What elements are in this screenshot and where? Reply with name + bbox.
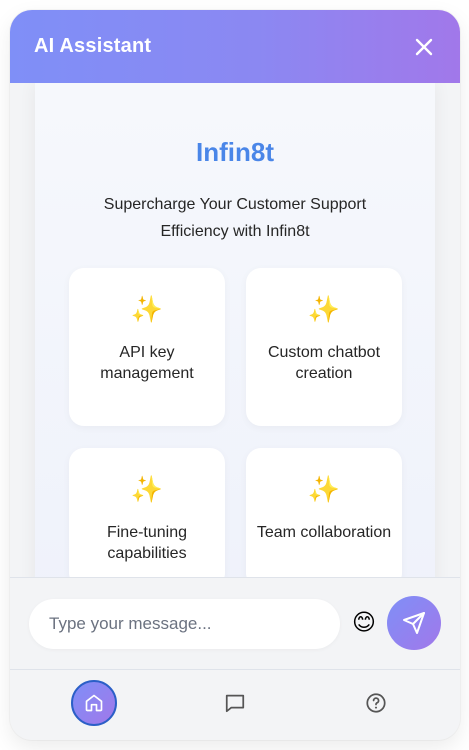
close-icon	[415, 38, 433, 55]
sparkles-icon: ✨	[246, 294, 402, 324]
feature-card-api-key-management: ✨ API key management	[69, 268, 225, 426]
feature-label: Team collaboration	[256, 524, 392, 541]
sparkles-glyph: ✨	[130, 294, 164, 324]
chat-content[interactable]: Infin8t Supercharge Your Customer Suppor…	[10, 83, 460, 577]
sparkles-glyph: ✨	[307, 294, 341, 324]
nav-home-button[interactable]	[71, 680, 117, 726]
feature-card-team-collaboration: ✨ Team collaboration	[246, 448, 402, 577]
bottom-navigation	[10, 669, 460, 740]
help-icon	[366, 693, 386, 713]
tagline: Supercharge Your Customer Support Effici…	[103, 196, 367, 240]
feature-card-fine-tuning-capabilities: ✨ Fine-tuning capabilities	[69, 448, 225, 577]
sparkles-glyph: ✨	[130, 474, 164, 504]
nav-help-button[interactable]	[354, 681, 398, 725]
feature-label: Custom chatbot creation	[267, 344, 381, 382]
message-input[interactable]	[29, 599, 340, 649]
chat-header: AI Assistant	[10, 10, 460, 83]
smiley-emoji-icon: 😊	[352, 608, 376, 635]
home-icon	[85, 694, 103, 712]
chat-widget: AI Assistant Infin8t Supercharge Your Cu…	[10, 10, 460, 740]
feature-card-custom-chatbot-creation: ✨ Custom chatbot creation	[246, 268, 402, 426]
chat-icon	[225, 694, 245, 713]
welcome-panel: Infin8t Supercharge Your Customer Suppor…	[35, 83, 435, 577]
sparkles-glyph: ✨	[307, 474, 341, 504]
close-button[interactable]	[412, 35, 436, 59]
emoji-button[interactable]: 😊	[350, 608, 378, 636]
sparkles-icon: ✨	[69, 294, 225, 324]
feature-label: Fine-tuning capabilities	[106, 524, 188, 562]
send-button[interactable]	[387, 596, 441, 650]
feature-label: API key management	[100, 344, 194, 382]
message-composer: 😊	[10, 577, 460, 669]
send-icon	[403, 612, 425, 634]
sparkles-icon: ✨	[246, 474, 402, 504]
header-title: AI Assistant	[34, 35, 152, 57]
nav-chat-button[interactable]	[213, 681, 257, 725]
sparkles-icon: ✨	[69, 474, 225, 504]
brand-title: Infin8t	[196, 137, 274, 167]
